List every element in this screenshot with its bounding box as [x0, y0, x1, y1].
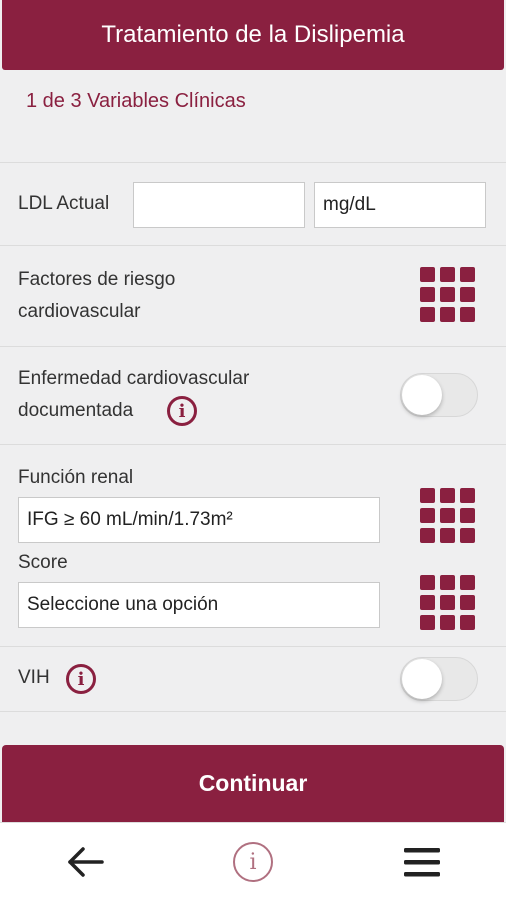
- cv-disease-label-line2: documentada: [18, 400, 134, 421]
- continue-button-label: Continuar: [198, 770, 308, 796]
- score-grid-icon[interactable]: [420, 575, 476, 631]
- app-header: Tratamiento de la Dislipemia: [2, 0, 504, 70]
- ldl-label: LDL Actual: [18, 193, 110, 214]
- continue-button[interactable]: Continuar: [2, 745, 504, 822]
- vih-label: VIH: [18, 667, 50, 688]
- info-glyph: i: [249, 849, 257, 875]
- renal-grid-icon[interactable]: [420, 488, 476, 544]
- cv-disease-label-line1: Enfermedad cardiovascular: [18, 368, 250, 389]
- cv-disease-label: Enfermedad cardiovascular documentada: [18, 363, 249, 427]
- divider: [0, 444, 506, 445]
- score-label: Score: [18, 552, 68, 573]
- renal-label: Función renal: [18, 467, 134, 488]
- back-button[interactable]: [36, 823, 136, 900]
- page-title: Tratamiento de la Dislipemia: [101, 21, 405, 48]
- back-arrow-icon: [68, 847, 104, 877]
- risk-factors-grid-icon[interactable]: [420, 267, 476, 323]
- hamburger-menu-icon: [404, 848, 440, 877]
- risk-factors-label-line2: cardiovascular: [18, 301, 141, 322]
- vih-toggle[interactable]: [400, 657, 478, 701]
- cv-disease-info-icon[interactable]: i: [167, 396, 197, 426]
- toggle-knob: [402, 659, 442, 699]
- risk-factors-label-line1: Factores de riesgo: [18, 269, 176, 290]
- toggle-knob: [402, 375, 442, 415]
- divider: [0, 245, 506, 246]
- info-button[interactable]: i: [203, 823, 303, 900]
- vih-info-icon[interactable]: i: [66, 664, 96, 694]
- cv-disease-toggle[interactable]: [400, 373, 478, 417]
- risk-factors-label: Factores de riesgo cardiovascular: [18, 264, 175, 328]
- bottom-nav: i: [0, 822, 506, 900]
- ldl-input[interactable]: [133, 182, 305, 228]
- renal-select[interactable]: IFG ≥ 60 mL/min/1.73m²: [18, 497, 380, 543]
- menu-button[interactable]: [372, 823, 472, 900]
- step-title: 1 de 3 Variables Clínicas: [26, 90, 246, 112]
- divider: [0, 711, 506, 712]
- divider: [0, 162, 506, 163]
- info-circle-icon: i: [233, 842, 273, 882]
- divider: [0, 346, 506, 347]
- divider: [0, 646, 506, 647]
- ldl-unit-select[interactable]: mg/dL: [314, 182, 486, 228]
- score-select[interactable]: Seleccione una opción: [18, 582, 380, 628]
